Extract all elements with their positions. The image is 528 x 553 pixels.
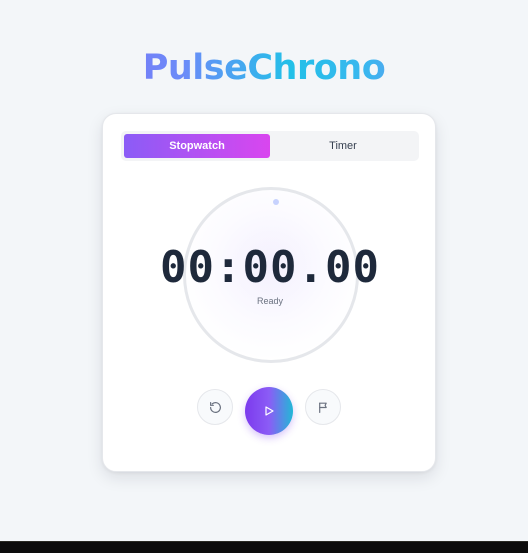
status-label: Ready: [256, 296, 283, 306]
start-button[interactable]: [245, 387, 293, 435]
bottom-bar: [0, 541, 528, 553]
play-icon: [263, 405, 275, 417]
stopwatch-card: Stopwatch Timer 00:00.00 Ready: [102, 113, 436, 472]
progress-ring-indicator: [273, 199, 279, 205]
control-bar: [103, 387, 437, 439]
tab-timer[interactable]: Timer: [270, 134, 416, 158]
app-title: PulseChrono: [0, 48, 528, 88]
rotate-ccw-icon: [209, 401, 222, 414]
lap-button[interactable]: [305, 389, 341, 425]
time-display: 00:00.00: [160, 242, 380, 293]
mode-tabs: Stopwatch Timer: [121, 131, 419, 161]
tab-stopwatch[interactable]: Stopwatch: [124, 134, 270, 158]
reset-button[interactable]: [197, 389, 233, 425]
flag-icon: [317, 401, 330, 414]
